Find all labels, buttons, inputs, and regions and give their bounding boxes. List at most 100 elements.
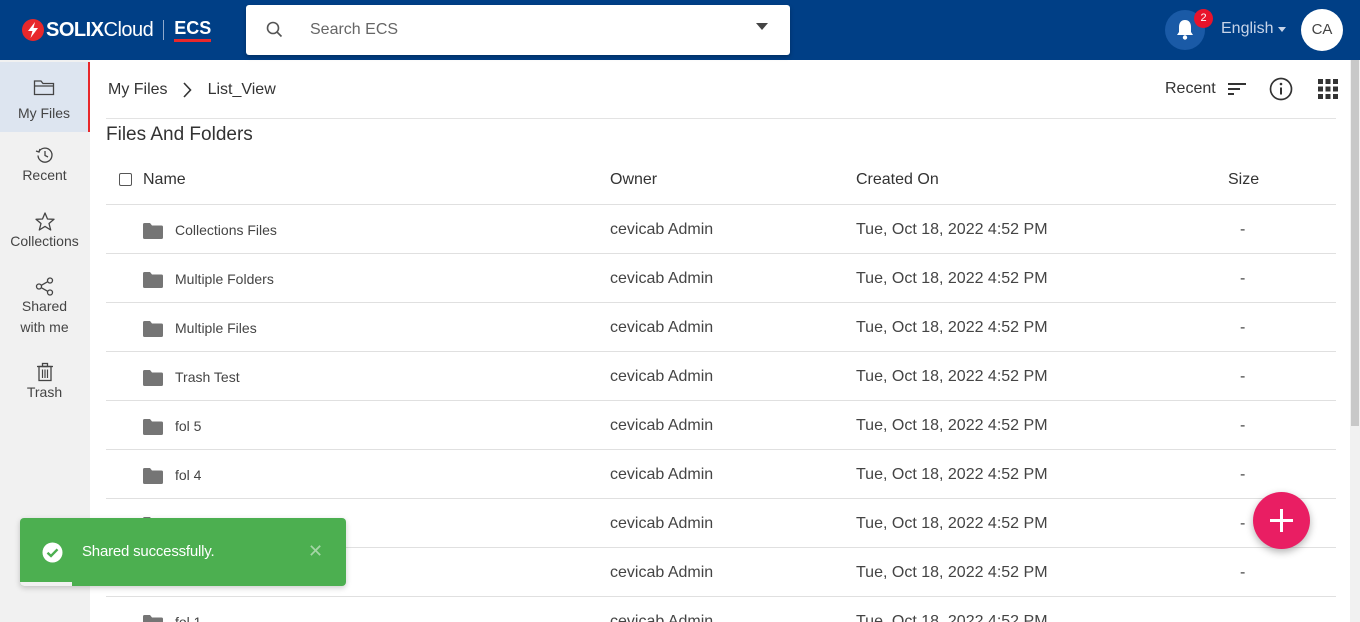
breadcrumb-root-link[interactable]: My Files [108,81,168,99]
size-cell: - [1240,221,1246,238]
folder-icon [33,80,55,96]
table-row[interactable]: fol 5 cevicab Admin Tue, Oct 18, 2022 4:52… [106,401,1336,450]
check-circle-icon [42,542,63,563]
table-row[interactable]: fol 1 cevicab Admin Tue, Oct 18, 2022 4:52… [106,597,1336,622]
owner-cell: cevicab Admin [610,368,714,385]
search-input[interactable] [310,18,740,42]
user-avatar[interactable]: CA [1301,9,1343,51]
grid-view-icon[interactable] [1317,79,1338,99]
table-header: Name Owner Created On Size [106,155,1336,205]
owner-cell: cevicab Admin [610,466,714,483]
notification-count-badge: 2 [1194,9,1213,28]
sidebar-item-label-line1: Shared [21,298,68,314]
chevron-down-icon [1278,26,1287,32]
breadcrumb: My Files List_View [108,81,276,99]
created-on-cell: Tue, Oct 18, 2022 4:52 PM [856,221,1048,238]
folder-icon [143,223,163,244]
owner-cell: cevicab Admin [610,564,714,581]
solix-cloud-logo[interactable]: SOLIXCloud ECS [22,16,212,44]
search-icon [266,21,283,43]
logo-divider [163,20,165,40]
view-toolbar: Recent [1165,77,1338,101]
header-divider [106,118,1336,119]
owner-cell: cevicab Admin [610,417,714,434]
folder-icon [143,272,163,293]
created-on-cell: Tue, Oct 18, 2022 4:52 PM [856,270,1048,287]
folder-icon [143,615,163,622]
column-header-owner[interactable]: Owner [610,171,657,189]
bell-icon [1177,20,1193,40]
star-icon [34,212,55,231]
scrollbar-thumb[interactable] [1351,60,1359,426]
size-cell: - [1240,564,1246,581]
breadcrumb-current: List_View [207,81,276,98]
created-on-cell: Tue, Oct 18, 2022 4:52 PM [856,564,1048,581]
table-row[interactable]: Multiple Folders cevicab Admin Tue, Oct 18… [106,254,1336,303]
column-header-name[interactable]: Name [143,171,186,189]
created-on-cell: Tue, Oct 18, 2022 4:52 PM [856,417,1048,434]
sidebar-item-label: Recent [22,167,67,183]
folder-icon [143,468,163,489]
sort-label[interactable]: Recent [1165,80,1216,98]
owner-cell: cevicab Admin [610,270,714,287]
folder-icon [143,321,163,342]
folder-icon [143,370,163,391]
language-selector[interactable]: English [1221,20,1287,38]
size-cell: - [1240,319,1246,336]
size-cell: - [1240,515,1246,532]
file-name[interactable]: fol 1 [175,614,201,622]
sidebar-item-label-line2: with me [20,319,69,335]
toast-close-button[interactable]: ✕ [308,541,323,562]
owner-cell: cevicab Admin [610,515,714,532]
sidebar-item-trash[interactable]: Trash [0,362,89,408]
owner-cell: cevicab Admin [610,319,714,336]
size-cell: - [1240,368,1246,385]
sidebar-item-collections[interactable]: Collections [0,212,89,260]
section-title: Files And Folders [106,124,253,145]
table-row[interactable]: fol 4 cevicab Admin Tue, Oct 18, 2022 4:52… [106,450,1336,499]
sidebar-item-label: Trash [26,384,63,400]
search-box[interactable] [246,5,790,55]
sort-icon[interactable] [1227,82,1246,96]
top-bar: SOLIXCloud ECS 2 English CA [0,0,1360,60]
sidebar-item-recent[interactable]: Recent [0,146,89,194]
success-toast: Shared successfully. ✕ [20,518,346,586]
table-row[interactable]: Multiple Files cevicab Admin Tue, Oct 18, … [106,303,1336,352]
search-dropdown-caret-icon[interactable] [756,23,768,30]
add-button[interactable] [1253,492,1310,549]
toast-message: Shared successfully. [82,543,215,560]
share-icon [35,277,53,296]
toast-progress-bar [20,582,72,586]
owner-cell: cevicab Admin [610,221,714,238]
chevron-right-icon [182,82,192,98]
column-header-size[interactable]: Size [1228,171,1259,189]
created-on-cell: Tue, Oct 18, 2022 4:52 PM [856,368,1048,385]
folder-icon [143,419,163,440]
created-on-cell: Tue, Oct 18, 2022 4:52 PM [856,515,1048,532]
sidebar-item-label: My Files [17,105,71,121]
app-name: ECS [174,18,212,42]
file-name[interactable]: fol 4 [175,467,201,483]
info-icon[interactable] [1269,77,1293,101]
created-on-cell: Tue, Oct 18, 2022 4:52 PM [856,319,1048,336]
size-cell: - [1240,270,1246,287]
file-name[interactable]: Collections Files [175,222,277,238]
clock-icon [35,147,53,163]
file-name[interactable]: Multiple Files [175,320,257,336]
table-row[interactable]: Collections Files cevicab Admin Tue, Oct 1… [106,205,1336,254]
size-cell: - [1240,417,1246,434]
plus-icon [1270,509,1293,532]
file-name[interactable]: fol 5 [175,418,201,434]
table-row[interactable]: Trash Test cevicab Admin Tue, Oct 18, 2022… [106,352,1336,401]
sidebar-item-shared-with-me[interactable]: Shared with me [0,277,89,341]
column-header-created-on[interactable]: Created On [856,171,939,189]
file-name[interactable]: Multiple Folders [175,271,274,287]
select-all-checkbox[interactable] [119,173,132,186]
brand-name: SOLIXCloud [46,18,154,41]
sidebar-item-my-files[interactable]: My Files [0,62,90,132]
file-name[interactable]: Trash Test [175,369,240,385]
owner-cell: cevicab Admin [610,613,714,622]
sidebar-item-label: Collections [10,233,79,249]
lightning-logo-icon [22,19,44,41]
created-on-cell: Tue, Oct 18, 2022 4:52 PM [856,613,1048,622]
